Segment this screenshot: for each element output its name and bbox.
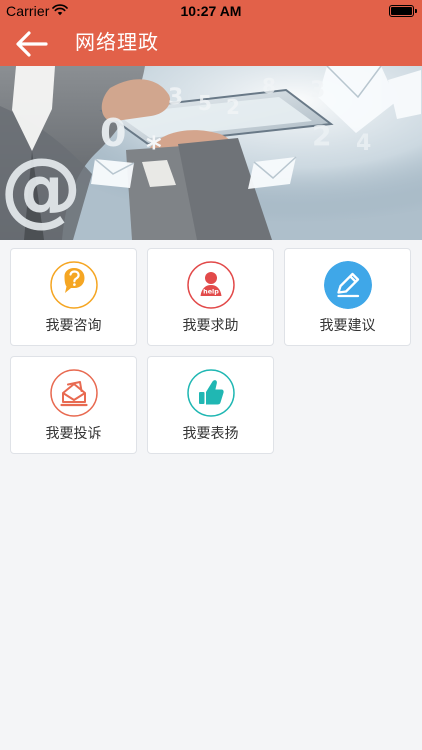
svg-text:3: 3 xyxy=(168,85,183,110)
suggestion-service-label: 我要建议 xyxy=(319,317,376,333)
svg-text:5: 5 xyxy=(198,91,212,115)
pencil-icon xyxy=(324,261,372,309)
complaint-service-card[interactable]: 我要投诉 xyxy=(10,356,137,454)
consult-service-label: 我要咨询 xyxy=(45,317,102,333)
help-service-card[interactable]: help 我要求助 xyxy=(147,248,274,346)
svg-text:3: 3 xyxy=(310,78,325,103)
navigation-bar: 网络理政 xyxy=(0,22,422,66)
app-header: Carrier 10:27 AM 网络理政 xyxy=(0,0,422,66)
complaint-service-label: 我要投诉 xyxy=(45,425,102,441)
svg-text:*: * xyxy=(146,131,162,166)
battery-icon xyxy=(389,5,417,17)
svg-text:2: 2 xyxy=(226,95,240,119)
svg-text:0: 0 xyxy=(100,111,126,155)
svg-text:2: 2 xyxy=(312,119,331,152)
praise-service-card[interactable]: 我要表扬 xyxy=(147,356,274,454)
question-bubble-icon xyxy=(50,261,98,309)
page-title: 网络理政 xyxy=(75,32,159,54)
status-time: 10:27 AM xyxy=(180,3,242,19)
help-service-label: 我要求助 xyxy=(182,317,239,333)
svg-text:@: @ xyxy=(0,141,82,236)
suggestion-service-card[interactable]: 我要建议 xyxy=(284,248,411,346)
consult-service-card[interactable]: 我要咨询 xyxy=(10,248,137,346)
status-bar: Carrier 10:27 AM xyxy=(0,0,422,22)
back-arrow-icon[interactable] xyxy=(16,30,48,58)
help-icon-text: help xyxy=(203,287,219,295)
help-person-icon: help xyxy=(187,261,235,309)
thumbs-up-icon xyxy=(187,369,235,417)
banner-illustration: @ 0 * 3 5 2 8 3 2 4 xyxy=(0,66,422,240)
svg-text:4: 4 xyxy=(356,131,371,156)
battery-level xyxy=(391,7,412,15)
complaint-envelope-icon xyxy=(50,369,98,417)
promo-banner-image: @ 0 * 3 5 2 8 3 2 4 xyxy=(0,66,422,240)
svg-text:8: 8 xyxy=(262,74,276,98)
praise-service-label: 我要表扬 xyxy=(182,425,239,441)
